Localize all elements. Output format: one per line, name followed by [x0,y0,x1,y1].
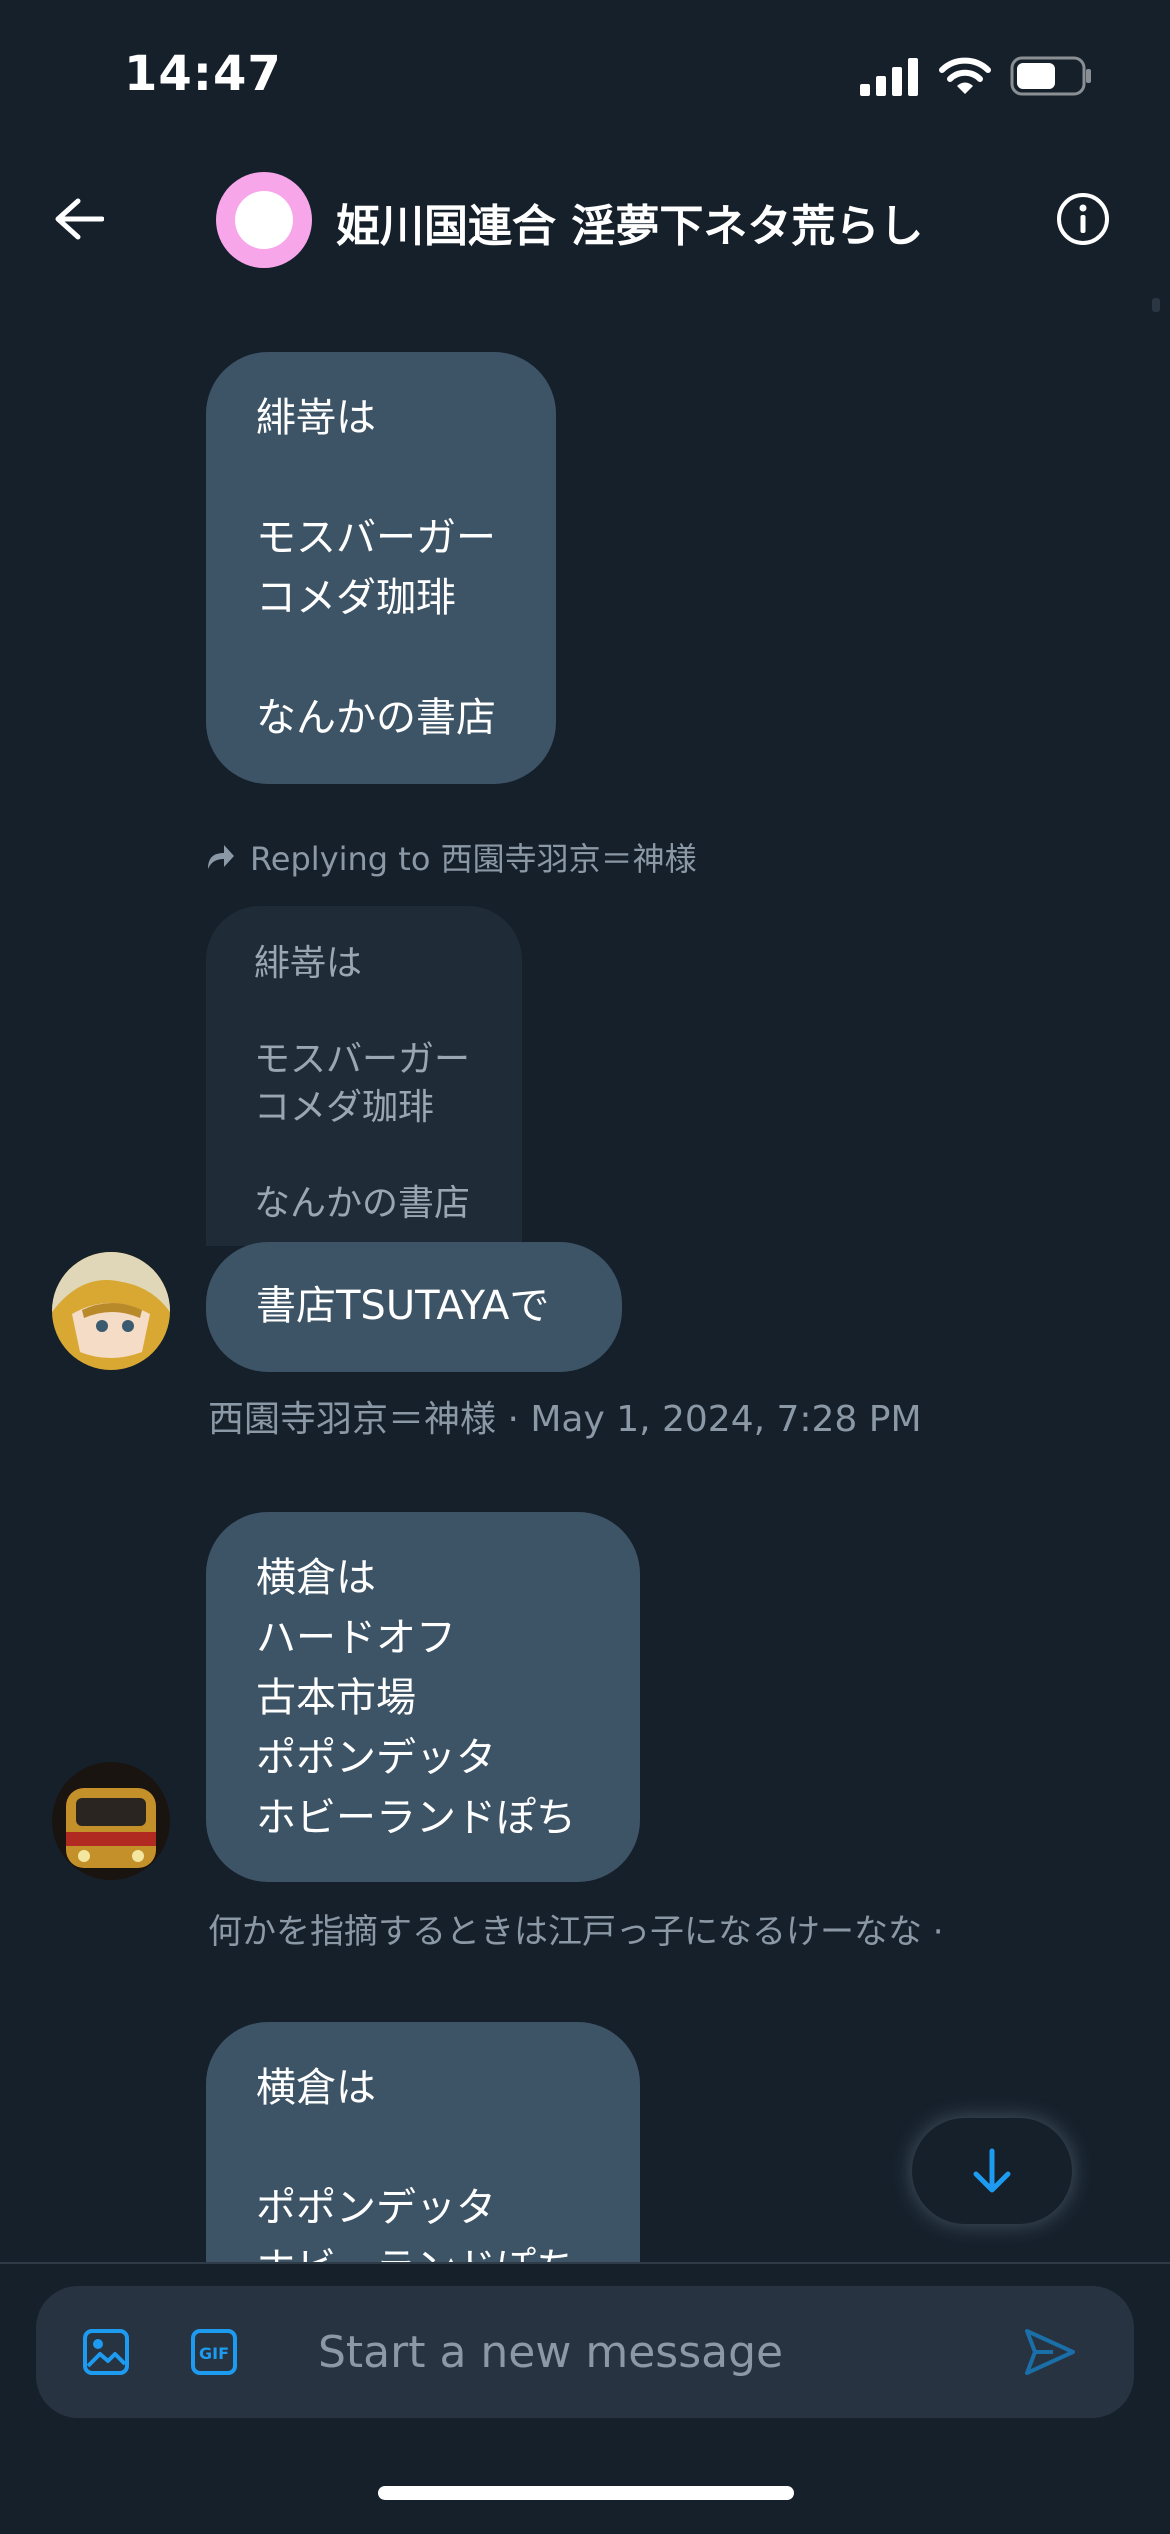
gif-button[interactable]: GIF [184,2322,244,2382]
message-bubble[interactable]: 横倉は ハードオフ 古本市場 ポポンデッタ ホビーランドぽち [206,1512,640,1882]
sender-avatar[interactable] [52,1252,170,1370]
scroll-indicator [1152,298,1160,312]
message-line: 古本市場 [256,1675,416,1721]
message-line: コメダ珈琲 [256,575,456,621]
message-line: ポポンデッタ [256,2185,496,2231]
quoted-line: モスバーガー [254,1039,471,1080]
message-line: 緋嵜は [256,395,376,441]
train-avatar-icon [52,1762,170,1880]
image-button[interactable] [76,2322,136,2382]
message-line: 書店TSUTAYAで [256,1283,550,1329]
arrow-down-icon [973,2148,1011,2193]
info-icon [1057,193,1109,245]
reply-arrow-icon [208,845,234,869]
conversation-avatar[interactable] [216,172,312,268]
message-line: なんかの書店 [256,695,496,741]
message-line: ハードオフ [256,1615,456,1661]
wifi-icon [939,57,991,94]
quoted-line [254,1132,474,1180]
anime-avatar-icon [52,1252,170,1370]
message-line: ポポンデッタ [256,1735,496,1781]
quoted-line [254,988,474,1036]
gif-icon: GIF [191,2329,237,2375]
reply-label: Replying to 西園寺羽京＝神様 [206,834,697,880]
status-time: 14:47 [124,46,282,102]
message-bubble[interactable]: 書店TSUTAYAで [206,1242,622,1372]
compose-bar: GIF [36,2286,1134,2418]
message-line: 横倉は [256,2065,376,2111]
message-input[interactable] [316,2325,980,2379]
quoted-line: なんかの書店 [254,1183,471,1224]
quoted-line: コメダ珈琲 [254,1087,435,1128]
info-button[interactable] [1056,192,1110,246]
image-icon [83,2329,129,2375]
send-icon [1025,2329,1075,2375]
back-button[interactable] [48,188,110,250]
svg-text:GIF: GIF [199,2344,229,2363]
send-button[interactable] [1020,2322,1080,2382]
message-bubble[interactable]: 緋嵜は モスバーガー コメダ珈琲 なんかの書店 [206,352,556,784]
back-arrow-icon [55,198,104,240]
status-icons [860,54,1092,98]
message-meta: 西園寺羽京＝神様 · May 1, 2024, 7:28 PM [208,1399,922,1440]
message-line [256,628,506,688]
scroll-to-bottom-button[interactable] [912,2118,1072,2224]
message-line [256,448,506,508]
message-line: モスバーガー [256,515,496,561]
home-indicator [378,2486,794,2500]
message-line: 横倉は [256,1555,376,1601]
message-line [256,2118,590,2178]
quoted-line: 緋嵜は [254,943,363,984]
reply-label-text: Replying to 西園寺羽京＝神様 [250,840,697,878]
battery-icon [1010,56,1091,96]
signal-icon [860,58,918,96]
message-line: ホビーランドぽち [256,1795,576,1841]
message-meta: 何かを指摘するときは江戸っ子になるけーなな · [208,1912,944,1952]
conversation-title[interactable]: 姫川国連合 淫夢下ネタ荒らし [336,190,923,254]
quoted-message[interactable]: 緋嵜は モスバーガー コメダ珈琲 なんかの書店 [206,906,522,1246]
sender-avatar[interactable] [52,1762,170,1880]
